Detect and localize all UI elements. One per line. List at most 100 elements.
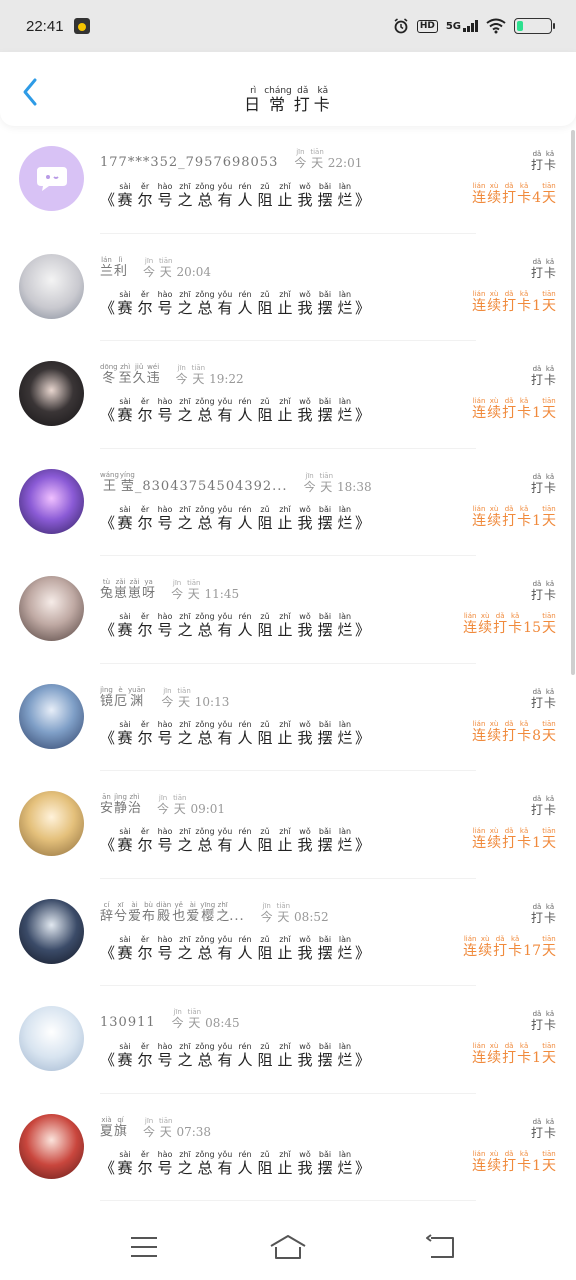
hanzi: 打 <box>530 1018 543 1032</box>
streak-count: 1 <box>532 405 541 421</box>
pinyin: zǔ <box>260 397 270 406</box>
ruby-char: zhǐ 止 <box>275 827 295 854</box>
checkin-time: jīn 今 tiān 天 11:45 <box>171 579 239 601</box>
hanzi: 天 <box>542 1050 556 1066</box>
list-item[interactable]: jìng 镜 è 厄 yuān 渊 jīn 今 tiān 天 10:13 《 sài 赛 ěr 尔 hào 号 zh… <box>0 664 576 771</box>
hanzi: 卡 <box>543 910 556 925</box>
time-text: 18:38 <box>337 479 372 494</box>
list-item[interactable]: tù 兔 zǎi 崽 zǎi 崽 ya 呀 jīn 今 tiān 天 11:45 《 sài 赛 ěr 尔 hào 号… <box>0 556 576 664</box>
hanzi: 总 <box>197 836 213 854</box>
list-item[interactable]: wáng 王 yíng 莹 _83043754504392... jīn 今 tiān 天 18:… <box>0 449 576 556</box>
avatar[interactable] <box>19 576 84 641</box>
pinyin: kǎ <box>519 504 529 513</box>
user-name: ān 安 jìng 静 zhì 治 jīn 今 tiān 天 09:01 <box>100 793 225 816</box>
back-nav-button[interactable] <box>420 1232 460 1262</box>
pinyin: yǒu <box>217 504 233 514</box>
list-item[interactable]: lán 兰 lì 利 jīn 今 tiān 天 20:04 《 sài 赛 ěr 尔 hào 号 zhī 之 zǒn… <box>0 234 576 341</box>
avatar[interactable] <box>19 791 84 856</box>
ruby-char: tiān 天 <box>542 827 556 852</box>
list-item[interactable]: cí 辞 xī 兮 ài 爱 bù 布 diàn 殿 yě 也 ài 爱 yīng 樱 zhī 之... jīn 今 t… <box>0 879 576 986</box>
ruby-char: lán 兰 <box>100 256 113 279</box>
hanzi: 续 <box>478 942 493 959</box>
ruby-char: hào 号 <box>155 935 175 962</box>
avatar[interactable] <box>19 898 84 964</box>
pinyin: jīn <box>158 794 168 802</box>
hanzi: 连 <box>472 835 487 851</box>
ruby-char: zhǐ 止 <box>275 1150 295 1177</box>
ruby-char: xù 续 <box>478 935 492 960</box>
ruby-char: dǎ 打 <box>502 1150 516 1175</box>
avatar[interactable] <box>19 683 84 749</box>
ruby-char: bù 布 <box>142 901 155 924</box>
home-button[interactable] <box>268 1232 308 1262</box>
list-item[interactable]: xià 夏 qí 旗 jīn 今 tiān 天 07:38 《 sài 赛 ěr 尔 hào 号 zhī 之 zǒn… <box>0 1094 576 1201</box>
hanzi: 阻 <box>257 298 273 317</box>
ruby-char: xī 兮 <box>114 901 127 924</box>
hanzi: 之 <box>177 1051 193 1069</box>
hanzi: 烂 <box>337 191 353 209</box>
pinyin: ài <box>189 900 196 909</box>
hanzi: 人 <box>237 1158 253 1177</box>
pinyin: lián <box>472 1042 486 1050</box>
ruby-char: rén 人 <box>235 1042 255 1069</box>
hanzi: 打 <box>502 405 517 421</box>
checkin-label: dǎ 打 kǎ 卡 <box>531 1118 556 1140</box>
close-bracket: 》 <box>355 1158 371 1177</box>
status-bar: 22:41 HD 5G <box>0 0 576 52</box>
open-bracket: 《 <box>100 406 116 424</box>
list-item[interactable]: 130911 jīn 今 tiān 天 08:45 《 sài 赛 ěr 尔 hào 号 zhī 之 zǒng… <box>0 986 576 1094</box>
ruby-char: kǎ 卡 <box>544 150 556 172</box>
pinyin: tiān <box>542 827 556 835</box>
hanzi: 崽 <box>128 586 142 601</box>
ruby-char: dǎ 打 <box>531 258 543 280</box>
ruby-char: kǎ 卡 <box>544 1010 556 1032</box>
ruby-char: wǒ 我 <box>295 1042 315 1069</box>
pinyin: sài <box>119 289 131 299</box>
list-item[interactable]: 177***352_7957698053 jīn 今 tiān 天 22:01 《 sài 赛 ě… <box>0 126 576 234</box>
pinyin: zhī <box>179 504 191 514</box>
open-bracket: 《 <box>100 513 116 532</box>
hanzi: 卡 <box>517 405 532 421</box>
avatar[interactable] <box>19 1113 84 1179</box>
hanzi: 烂 <box>337 1158 353 1177</box>
streak-count: 1 <box>532 297 541 314</box>
list-item[interactable]: ān 安 jìng 静 zhì 治 jīn 今 tiān 天 09:01 《 sài 赛 ěr 尔 hào 号 zh… <box>0 771 576 879</box>
scrollbar[interactable] <box>571 130 575 675</box>
avatar[interactable] <box>19 253 84 319</box>
ruby-char: lián 连 <box>472 827 486 852</box>
hanzi: 今 <box>294 156 307 170</box>
menu-button[interactable] <box>124 1232 164 1262</box>
hanzi: 厄 <box>114 693 128 709</box>
ruby-char: zhǐ 止 <box>275 720 295 747</box>
hanzi: 打 <box>530 910 543 925</box>
avatar[interactable] <box>19 1006 84 1071</box>
ruby-char: zǒng 总 <box>195 827 215 854</box>
hanzi: 号 <box>157 621 173 639</box>
pinyin: tiān <box>542 504 556 513</box>
hanzi: 赛 <box>117 1158 133 1177</box>
list-item[interactable]: dōng 冬 zhì 至 jiǔ 久 wéi 违 jīn 今 tiān 天 19:22 《 sài 赛 ěr 尔 h… <box>0 341 576 449</box>
hanzi: 赛 <box>117 1051 133 1069</box>
pinyin: sài <box>119 504 131 514</box>
ruby-char: tiān 天 <box>542 1150 556 1175</box>
ruby-char: sài 赛 <box>115 612 135 639</box>
hanzi: 打 <box>530 158 543 172</box>
default-chat-avatar-icon[interactable] <box>19 146 84 211</box>
streak-count: 1 <box>532 512 541 529</box>
avatar[interactable] <box>19 361 84 426</box>
ruby-char: lián 连 <box>472 720 486 745</box>
ruby-char: rén 人 <box>235 720 255 747</box>
hanzi: 莹 <box>120 478 134 494</box>
avatar[interactable] <box>19 468 84 534</box>
hanzi: 至 <box>118 371 132 386</box>
pinyin: hào <box>157 182 173 191</box>
hanzi: 人 <box>237 191 253 209</box>
pinyin: cí <box>103 900 110 909</box>
ruby-char: lián 连 <box>472 1042 486 1067</box>
ruby-char: zhī 之 <box>175 1042 195 1069</box>
ruby-char: zhī 之 <box>175 290 195 317</box>
ruby-char: kǎ 卡 <box>544 258 556 280</box>
pinyin: zǔ <box>260 182 270 191</box>
hanzi: 卡 <box>313 95 332 114</box>
pinyin: zhǐ <box>279 1042 291 1051</box>
